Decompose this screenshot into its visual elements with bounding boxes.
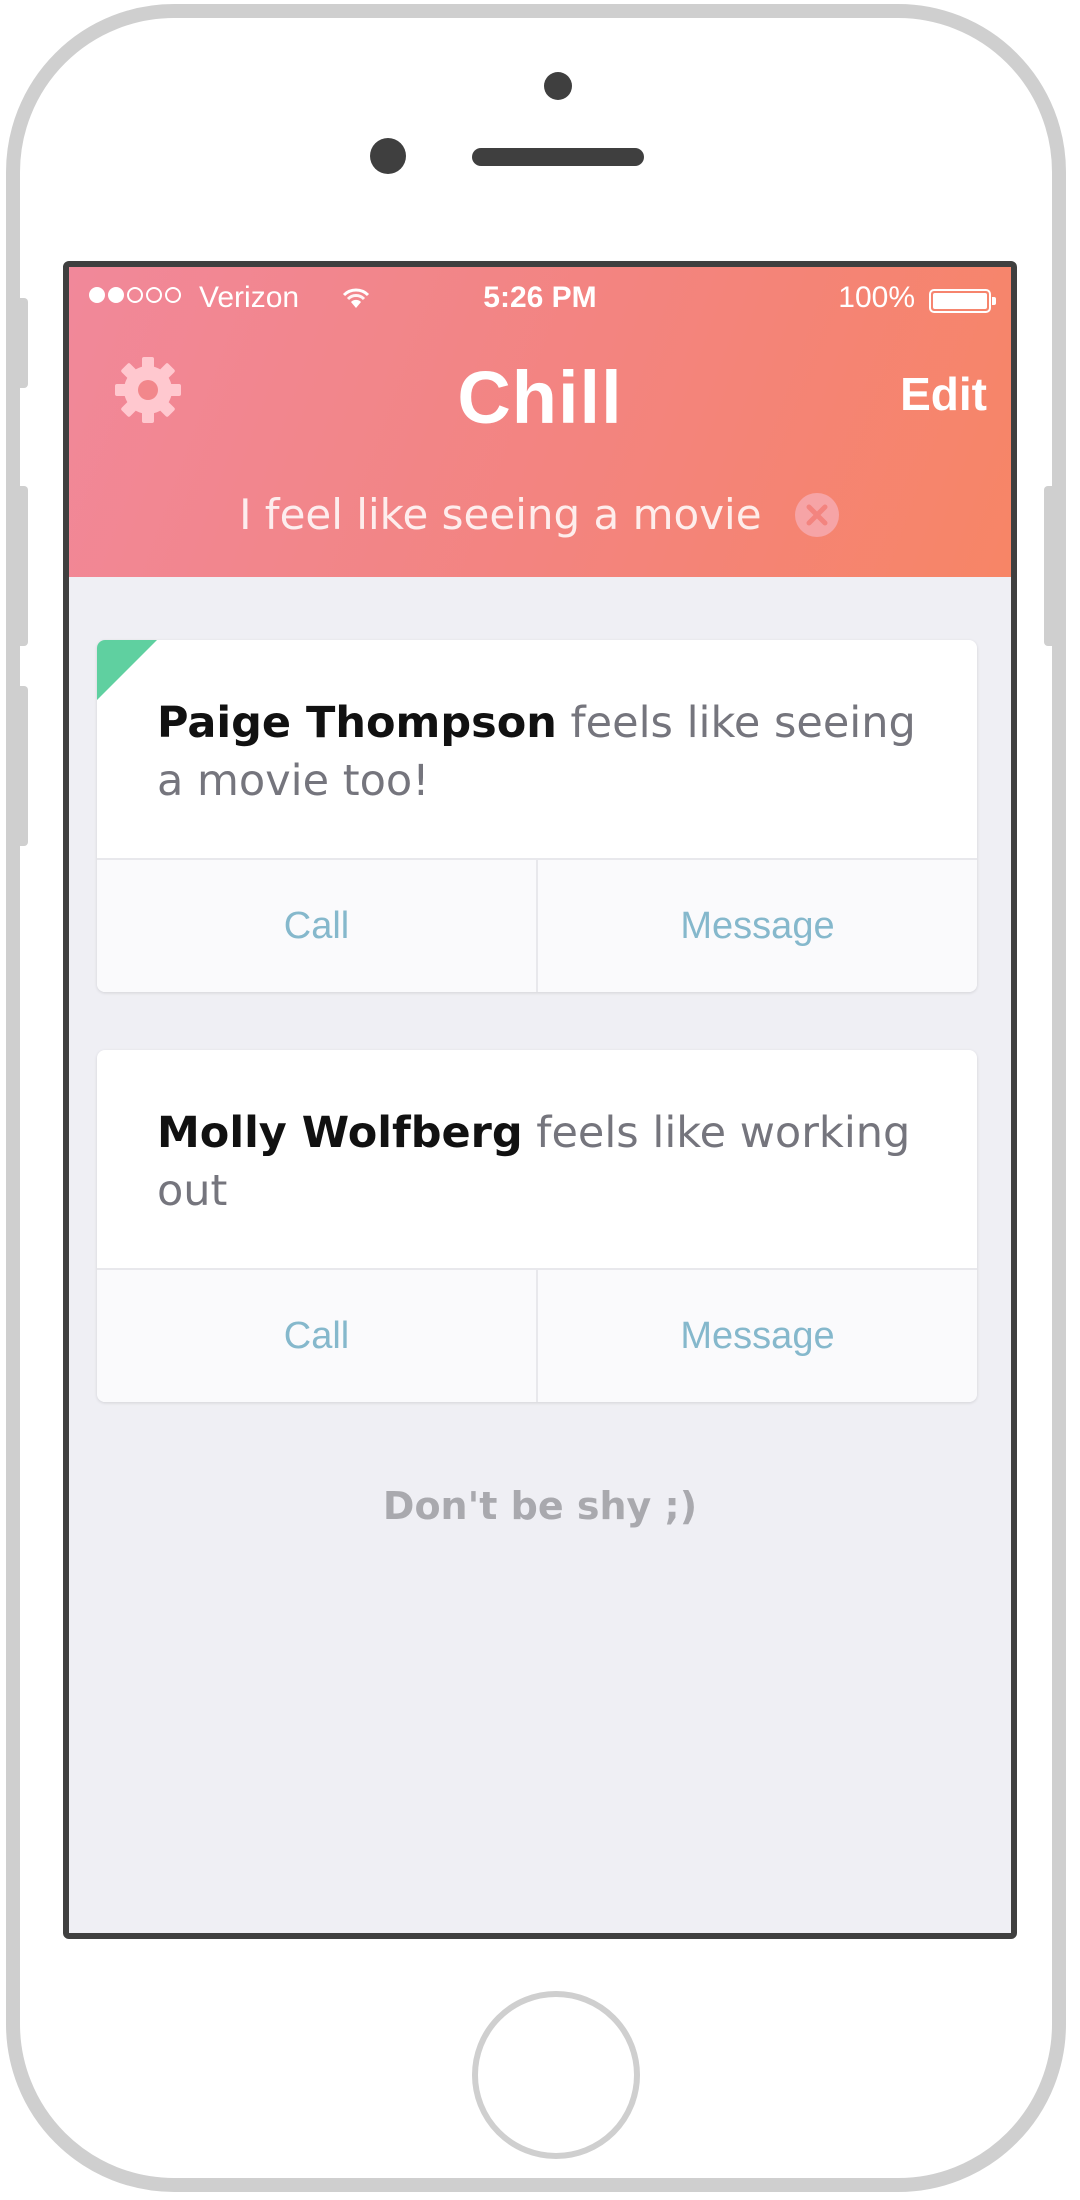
app-screen: Verizon 5:26 PM 100% Chill Edit I feel l… [63,261,1017,1939]
volume-down-button [14,686,28,846]
current-feeling: I feel like seeing a movie [69,487,1011,539]
earpiece-speaker [472,148,644,166]
match-text: Paige Thompson feels like seeing a movie… [157,694,917,810]
clear-x-icon[interactable] [793,491,841,539]
app-title: Chill [457,356,623,439]
front-camera [370,138,406,174]
feeling-text: I feel like seeing a movie [239,490,762,539]
match-card: Paige Thompson feels like seeing a movie… [97,640,977,992]
message-button[interactable]: Message [538,860,977,992]
home-button[interactable] [472,1991,640,2159]
proximity-sensor [544,72,572,100]
match-text: Molly Wolfberg feels like working out [157,1104,917,1220]
edit-button[interactable]: Edit [900,367,987,421]
footer-note: Don't be shy ;) [382,1484,698,1528]
card-actions: Call Message [97,858,977,992]
mute-switch [14,298,28,388]
volume-up-button [14,486,28,646]
call-button[interactable]: Call [97,1270,538,1402]
battery-icon [929,289,996,313]
friend-name[interactable]: Molly Wolfberg [157,1108,523,1158]
power-button [1044,486,1058,646]
call-button[interactable]: Call [97,860,538,992]
friend-name[interactable]: Paige Thompson [157,698,557,748]
message-button[interactable]: Message [538,1270,977,1402]
status-bar: Verizon 5:26 PM 100% [69,267,1011,323]
card-actions: Call Message [97,1268,977,1402]
match-card: Molly Wolfberg feels like working out Ca… [97,1050,977,1402]
app-header: Verizon 5:26 PM 100% Chill Edit I feel l… [69,267,1011,577]
new-match-indicator [97,640,157,700]
battery-percentage: 100% [838,281,915,314]
